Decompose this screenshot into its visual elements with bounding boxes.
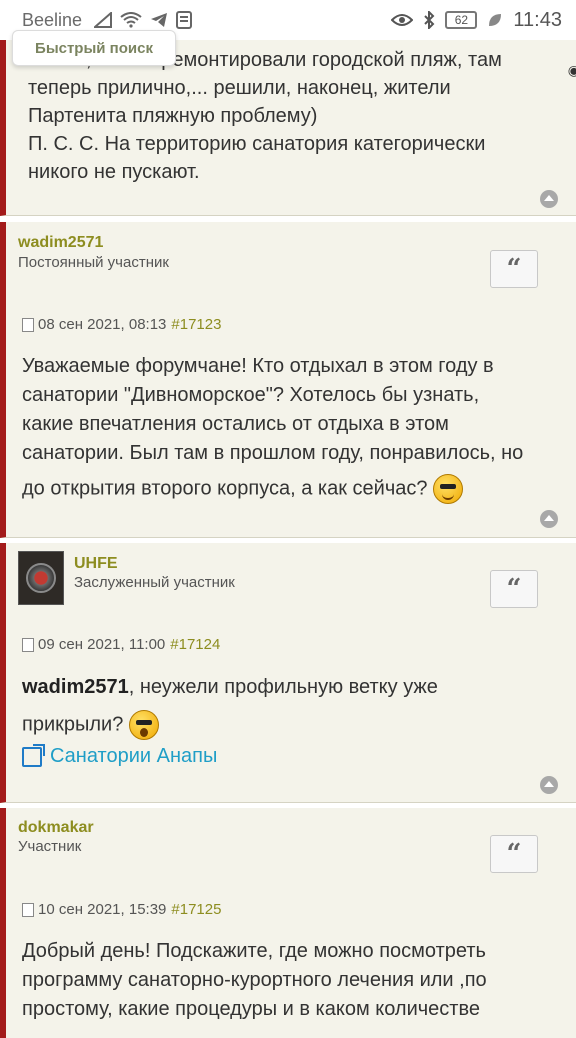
quote-button[interactable]: “ [490, 570, 538, 608]
post-meta: 08 сен 2021, 08:13 #17123 [22, 316, 221, 333]
post-text-line: санатории. Был там в прошлом году, понра… [22, 442, 524, 464]
back-to-top-icon[interactable] [540, 190, 558, 208]
avatar[interactable] [18, 551, 64, 605]
external-link-icon [22, 743, 45, 767]
bluetooth-icon [424, 11, 435, 29]
post-author[interactable]: UHFE [74, 555, 118, 573]
user-mention[interactable]: wadim2571 [22, 676, 129, 698]
battery-icon: 62 [445, 11, 478, 29]
quick-search-button[interactable]: Быстрый поиск [12, 30, 176, 66]
back-to-top-icon[interactable] [540, 776, 558, 794]
wifi-icon [120, 12, 142, 28]
post-number[interactable]: #17124 [170, 636, 220, 653]
post-text-line: до открытия второго корпуса, а как сейча… [22, 477, 428, 500]
post-meta: 09 сен 2021, 11:00 #17124 [22, 636, 220, 653]
post-date: 10 сен 2021, 15:39 [38, 901, 167, 918]
forum-post: dokmakar Участник “ 10 сен 2021, 15:39 #… [0, 808, 576, 1038]
post-text-line: программу санаторно-курортного лечения и… [22, 969, 487, 991]
sim-icon [176, 11, 193, 29]
post-date: 08 сен 2021, 08:13 [38, 316, 167, 333]
post-meta: 10 сен 2021, 15:39 #17125 [22, 901, 221, 918]
quote-button[interactable]: “ [490, 250, 538, 288]
quote-button[interactable]: “ [490, 835, 538, 873]
post-link-icon[interactable] [22, 637, 34, 652]
signal-icon [94, 12, 113, 28]
post-link-icon[interactable] [22, 317, 34, 332]
side-eye-icon: ◉ [567, 62, 576, 78]
leaf-icon [489, 14, 502, 26]
post-text-line: какие впечатления остались от отдыха в э… [22, 413, 449, 435]
post-text-line: санатории "Дивноморское"? Хотелось бы уз… [22, 384, 480, 406]
external-link[interactable]: Санатории Анапы [22, 742, 560, 771]
clock: 11:43 [513, 8, 562, 31]
post-text-line: прикрыли? [22, 713, 124, 736]
smile-emoticon-icon [433, 474, 464, 504]
post-link-icon[interactable] [22, 902, 34, 917]
post-number[interactable]: #17123 [171, 316, 221, 333]
medal-icon [26, 563, 56, 593]
post-text-line: Партенита пляжную проблему) [28, 105, 318, 127]
back-to-top-icon[interactable] [540, 510, 558, 528]
post-text-line: П. С. С. На территорию санатория категор… [28, 133, 486, 155]
shocked-emoticon-icon [128, 710, 159, 740]
post-text-line: Уважаемые форумчане! Кто отдыхал в этом … [22, 355, 494, 377]
post-body: wadim2571, неужели профильную ветку уже … [22, 673, 560, 771]
carrier-name: Beeline [22, 9, 83, 30]
post-author[interactable]: wadim2571 [18, 234, 103, 252]
forum-post: UHFE Заслуженный участник “ 09 сен 2021,… [0, 543, 576, 803]
post-body: Добрый день! Подскажите, где можно посмо… [22, 937, 560, 1024]
post-text-line: теперь прилично,... решили, наконец, жит… [28, 77, 451, 99]
post-text-line: никого не пускают. [28, 161, 200, 183]
forum-post: wadim2571 Постоянный участник “ 08 сен 2… [0, 222, 576, 538]
author-rank: Участник [18, 838, 82, 855]
author-rank: Заслуженный участник [74, 574, 235, 591]
external-link-label: Санатории Анапы [50, 745, 218, 767]
post-number[interactable]: #17125 [171, 901, 221, 918]
eye-icon [391, 14, 414, 26]
post-text-line: Добрый день! Подскажите, где можно посмо… [22, 940, 486, 962]
telegram-icon [151, 13, 168, 27]
post-date: 09 сен 2021, 11:00 [38, 636, 166, 653]
author-rank: Постоянный участник [18, 254, 169, 271]
post-text-line: простому, какие процедуры и в каком коли… [22, 998, 480, 1020]
post-body: Уважаемые форумчане! Кто отдыхал в этом … [22, 352, 560, 504]
post-author[interactable]: dokmakar [18, 819, 94, 837]
